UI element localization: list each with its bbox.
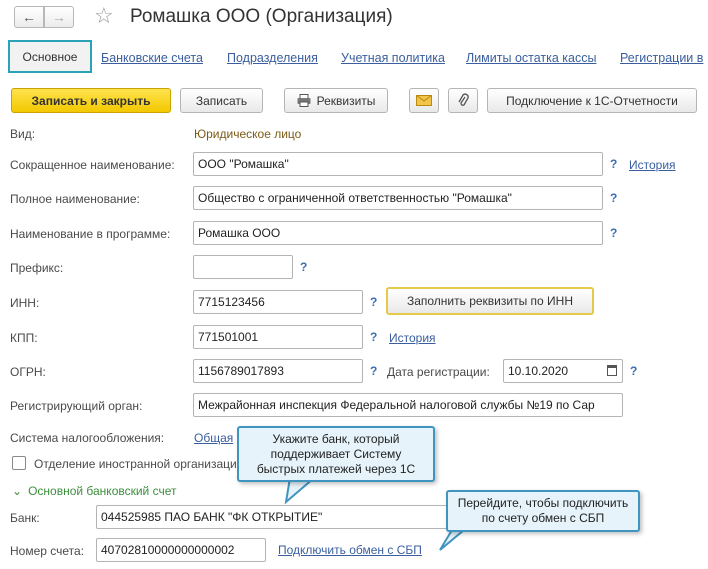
bank-section-header[interactable]: ⌄ Основной банковский счет xyxy=(12,484,177,498)
callout-text-line: быстрых платежей через 1С xyxy=(256,462,416,476)
tax-system-label: Система налогообложения: xyxy=(10,431,165,445)
fill-by-inn-button[interactable]: Заполнить реквизиты по ИНН xyxy=(386,287,594,315)
ogrn-field[interactable]: 1156789017893 xyxy=(193,359,363,383)
short-name-help-icon[interactable]: ? xyxy=(610,157,617,171)
button-label: Подключение к 1С-Отчетности xyxy=(506,93,678,108)
prefix-help-icon[interactable]: ? xyxy=(300,260,307,274)
tab-accounting-policy[interactable]: Учетная политика xyxy=(341,51,445,65)
short-name-history-link[interactable]: История xyxy=(629,158,676,172)
tab-cash-limits[interactable]: Лимиты остатка кассы xyxy=(466,51,596,65)
account-number-label: Номер счета: xyxy=(10,544,85,558)
full-name-label: Полное наименование: xyxy=(10,192,140,206)
tab-bank-accounts[interactable]: Банковские счета xyxy=(101,51,203,65)
program-name-label: Наименование в программе: xyxy=(10,227,171,241)
connect-1c-reporting-button[interactable]: Подключение к 1С-Отчетности xyxy=(487,88,697,113)
account-number-field[interactable]: 40702810000000000002 xyxy=(96,538,266,562)
inn-help-icon[interactable]: ? xyxy=(370,295,377,309)
page-title: Ромашка ООО (Организация) xyxy=(130,6,393,27)
short-name-field[interactable]: ООО "Ромашка" xyxy=(193,152,603,176)
reg-date-field[interactable]: 10.10.2020 xyxy=(503,359,623,383)
prefix-field[interactable] xyxy=(193,255,293,279)
ogrn-label: ОГРН: xyxy=(10,365,46,379)
kpp-field[interactable]: 771501001 xyxy=(193,325,363,349)
kpp-help-icon[interactable]: ? xyxy=(370,330,377,344)
program-name-help-icon[interactable]: ? xyxy=(610,226,617,240)
kpp-history-link[interactable]: История xyxy=(389,331,436,345)
button-label: Реквизиты xyxy=(316,93,376,108)
requisites-button[interactable]: Реквизиты xyxy=(284,88,388,113)
save-button[interactable]: Записать xyxy=(180,88,263,113)
button-label: Записать и закрыть xyxy=(31,93,151,108)
sbp-hint-callout: Перейдите, чтобы подключить по счету обм… xyxy=(446,490,640,532)
inn-label: ИНН: xyxy=(10,296,40,310)
reg-organ-label: Регистрирующий орган: xyxy=(10,399,143,413)
kpp-label: КПП: xyxy=(10,331,38,345)
full-name-field[interactable]: Общество с ограниченной ответственностью… xyxy=(193,186,603,210)
arrow-right-icon: → xyxy=(52,9,66,25)
type-value: Юридическое лицо xyxy=(194,127,302,141)
tab-subdivisions[interactable]: Подразделения xyxy=(227,51,318,65)
connect-sbp-link[interactable]: Подключить обмен с СБП xyxy=(278,543,422,557)
callout-text-line: поддерживает Систему xyxy=(270,447,402,461)
reg-date-help-icon[interactable]: ? xyxy=(630,364,637,378)
envelope-icon xyxy=(416,95,432,106)
calendar-icon[interactable] xyxy=(607,365,617,376)
type-label: Вид: xyxy=(10,127,36,141)
button-label: Заполнить реквизиты по ИНН xyxy=(406,294,574,308)
reg-organ-field[interactable]: Межрайонная инспекция Федеральной налого… xyxy=(193,393,623,417)
foreign-org-checkbox[interactable] xyxy=(12,456,26,470)
chevron-down-icon: ⌄ xyxy=(12,484,23,498)
save-and-close-button[interactable]: Записать и закрыть xyxy=(11,88,171,113)
program-name-field[interactable]: Ромашка ООО xyxy=(193,221,603,245)
printer-icon xyxy=(297,94,311,107)
foreign-org-label: Отделение иностранной организации xyxy=(34,457,244,471)
bank-label: Банк: xyxy=(10,511,40,525)
callout-text-line: Перейдите, чтобы подключить xyxy=(457,496,629,510)
attachments-button[interactable] xyxy=(448,88,478,113)
tab-registrations[interactable]: Регистрации в xyxy=(620,51,703,65)
favorite-star-icon[interactable]: ☆ xyxy=(94,3,114,29)
tab-main[interactable]: Основное xyxy=(8,40,92,73)
reg-date-label: Дата регистрации: xyxy=(387,365,490,379)
arrow-left-icon: ← xyxy=(22,9,36,25)
button-label: Записать xyxy=(195,93,248,108)
callout-text-line: по счету обмен с СБП xyxy=(481,511,605,525)
ogrn-help-icon[interactable]: ? xyxy=(370,364,377,378)
bank-field[interactable]: 044525985 ПАО БАНК "ФК ОТКРЫТИЕ" xyxy=(96,505,476,529)
full-name-help-icon[interactable]: ? xyxy=(610,191,617,205)
bank-hint-callout: Укажите банк, который поддерживает Систе… xyxy=(237,426,435,482)
email-button[interactable] xyxy=(409,88,439,113)
bank-section-title: Основной банковский счет xyxy=(28,484,177,498)
prefix-label: Префикс: xyxy=(10,261,64,275)
forward-button[interactable]: → xyxy=(44,6,74,28)
back-button[interactable]: ← xyxy=(14,6,44,28)
inn-field[interactable]: 7715123456 xyxy=(193,290,363,314)
paperclip-icon xyxy=(458,93,469,106)
callout-text-line: Укажите банк, который xyxy=(272,432,400,446)
tax-system-link[interactable]: Общая xyxy=(194,431,233,445)
tab-label: Основное xyxy=(22,49,78,64)
short-name-label: Сокращенное наименование: xyxy=(10,158,175,172)
